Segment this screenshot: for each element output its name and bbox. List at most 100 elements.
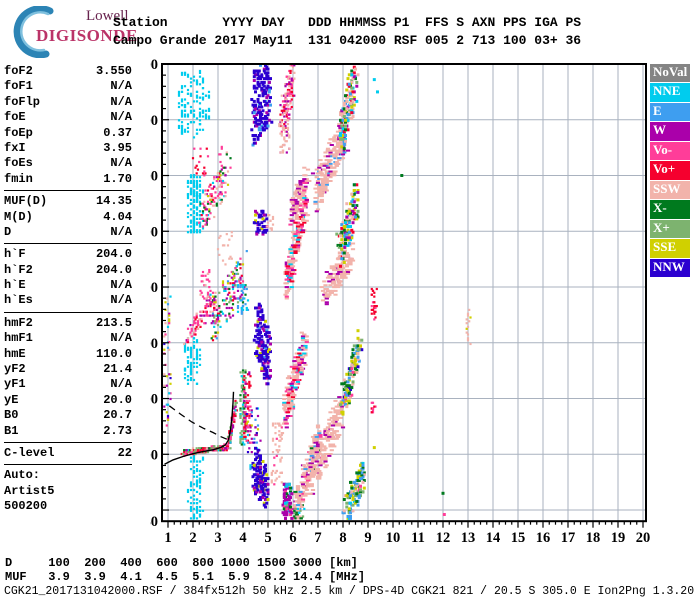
parameter-group: MUF(D) 14.35 M(D) 4.04 D N/A [4, 194, 132, 245]
svg-text:8: 8 [339, 530, 346, 546]
param-row-D: D N/A [4, 225, 132, 240]
param-value: 20.7 [103, 408, 132, 423]
legend-item-E: E [650, 102, 690, 122]
param-value: N/A [110, 331, 132, 346]
param-label: h`E [4, 278, 26, 293]
param-label: foEs [4, 156, 33, 171]
param-label: hmE [4, 346, 26, 361]
svg-text:600: 600 [150, 224, 158, 240]
param-row-yF2: yF2 21.4 [4, 362, 132, 377]
param-label: B0 [4, 408, 19, 423]
param-label: C-level [4, 445, 55, 460]
legend-item-X: X+ [650, 219, 690, 239]
autoscaling-info: Auto: Artist5 500200 [4, 468, 132, 514]
param-value: 0.37 [103, 125, 132, 140]
param-label: h`F2 [4, 262, 33, 277]
param-label: B1 [4, 423, 19, 438]
param-row-hE: h`E N/A [4, 278, 132, 293]
param-row-foF1: foF1 N/A [4, 79, 132, 94]
param-value: 20.0 [103, 392, 132, 407]
auto-line: 500200 [4, 499, 48, 514]
legend-item-NoVal: NoVal [650, 64, 690, 83]
svg-text:5: 5 [264, 530, 271, 546]
muf-row: MUF 3.9 3.9 4.1 4.5 5.1 5.9 8.2 14.4 [MH… [5, 570, 366, 584]
svg-text:7: 7 [314, 530, 321, 546]
svg-text:12: 12 [436, 530, 451, 546]
param-value: 204.0 [95, 247, 132, 262]
param-value: 4.04 [103, 209, 132, 224]
param-row-hEs: h`Es N/A [4, 293, 132, 308]
legend-item-Vo: Vo- [650, 141, 690, 161]
param-label: foF2 [4, 64, 33, 78]
param-label: fmin [4, 171, 33, 186]
legend-item-X: X- [650, 200, 690, 219]
param-value: N/A [110, 79, 132, 94]
param-label: foFlp [4, 94, 41, 109]
param-row-MUFD: MUF(D) 14.35 [4, 194, 132, 209]
param-row-hmE: hmE 110.0 [4, 347, 132, 362]
param-label: h`F [4, 247, 26, 262]
svg-text:1: 1 [164, 530, 171, 546]
param-row-foEp: foEp 0.37 [4, 126, 132, 141]
parameter-group: h`F 204.0 h`F2 204.0 h`E N/A h`Es N/A [4, 247, 132, 313]
svg-text:6: 6 [289, 530, 296, 546]
svg-text:15: 15 [511, 530, 526, 546]
param-row-fxI: fxI 3.95 [4, 141, 132, 156]
param-value: 213.5 [95, 315, 132, 330]
param-label: MUF(D) [4, 194, 48, 209]
param-value: N/A [110, 110, 132, 125]
param-label: h`Es [4, 293, 33, 308]
d-row: D 100 200 400 600 800 1000 1500 3000 [km… [5, 556, 358, 570]
ionogram-plot: 9008007006005004003002008012345678910111… [150, 57, 650, 546]
parameter-group: C-level 22 [4, 446, 132, 466]
parameter-panel: foF2 3.550 foF1 N/A foFlp N/A foE N/A foEp 0.37 fx… [4, 64, 132, 515]
svg-text:11: 11 [411, 530, 425, 546]
param-row-yE: yE 20.0 [4, 393, 132, 408]
param-value: N/A [110, 278, 132, 293]
param-label: hmF1 [4, 331, 33, 346]
legend-item-SSW: SSW [650, 180, 690, 200]
param-row-MD: M(D) 4.04 [4, 210, 132, 225]
svg-text:17: 17 [561, 530, 576, 546]
param-value: 110.0 [95, 346, 132, 361]
param-label: foF1 [4, 79, 33, 94]
svg-text:400: 400 [150, 336, 158, 352]
svg-text:2: 2 [189, 530, 196, 546]
param-value: N/A [110, 94, 132, 109]
param-row-hF2: h`F2 204.0 [4, 263, 132, 278]
param-value: N/A [110, 224, 132, 239]
svg-text:200: 200 [150, 447, 158, 463]
param-label: yE [4, 392, 19, 407]
param-row-yF1: yF1 N/A [4, 377, 132, 392]
param-row-foF2: foF2 3.550 [4, 64, 132, 79]
legend-item-SSE: SSE [650, 239, 690, 258]
param-value: 21.4 [103, 362, 132, 377]
param-row-foE: foE N/A [4, 110, 132, 125]
svg-text:10: 10 [386, 530, 401, 546]
svg-text:14: 14 [486, 530, 501, 546]
legend-item-W: W [650, 122, 690, 141]
param-value: 22 [117, 445, 132, 460]
svg-text:800: 800 [150, 113, 158, 129]
param-label: fxI [4, 140, 26, 155]
legend-item-NNW: NNW [650, 258, 690, 278]
svg-text:4: 4 [239, 530, 246, 546]
svg-text:500: 500 [150, 280, 158, 296]
param-row-fmin: fmin 1.70 [4, 172, 132, 187]
auto-line: Artist5 [4, 483, 55, 498]
param-value: 14.35 [95, 194, 132, 209]
legend-item-Vo: Vo+ [650, 161, 690, 180]
param-row-Clevel: C-level 22 [4, 446, 132, 461]
svg-text:18: 18 [586, 530, 601, 546]
svg-text:16: 16 [536, 530, 551, 546]
legend-item-NNE: NNE [650, 83, 690, 102]
param-row-hmF1: hmF1 N/A [4, 331, 132, 346]
param-value: 3.95 [103, 140, 132, 155]
direction-legend: NoVal NNE E W Vo- Vo+ SSW X- X+ SSE NNW [650, 64, 690, 278]
lowell-digisonde-logo: Lowell DIGISONDE [8, 4, 183, 58]
param-row-foEs: foEs N/A [4, 156, 132, 171]
param-value: 3.550 [95, 64, 132, 78]
param-label: yF1 [4, 377, 26, 392]
svg-text:9: 9 [364, 530, 371, 546]
param-value: N/A [110, 156, 132, 171]
